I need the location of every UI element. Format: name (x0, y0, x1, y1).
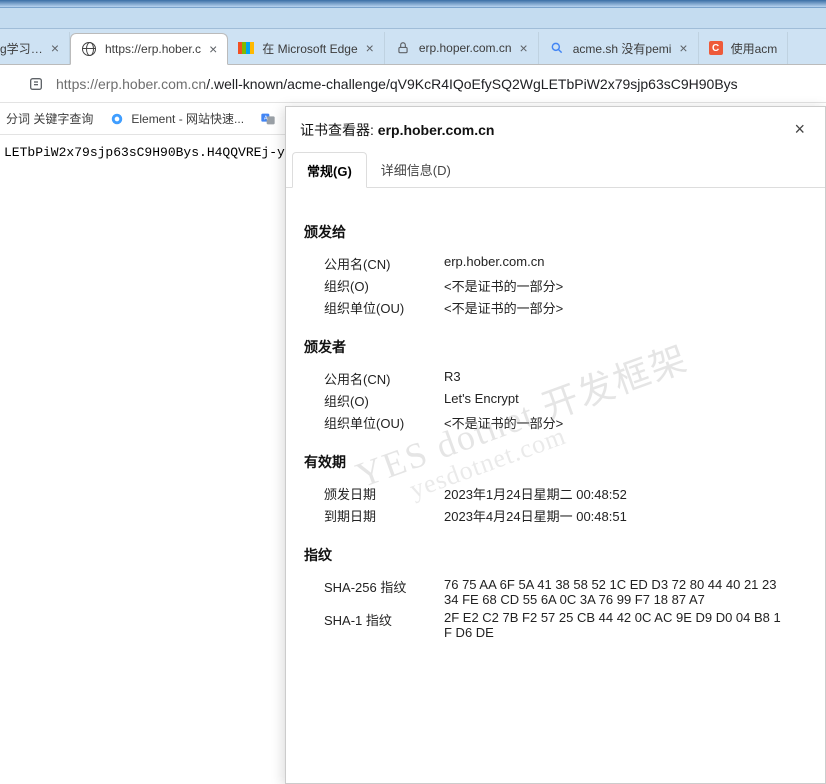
expire-date-label: 到期日期 (324, 506, 444, 525)
c-icon: C (709, 41, 723, 55)
o-value: Let's Encrypt (444, 391, 519, 410)
bookmark-item-1[interactable]: Element - 网站快速... (109, 110, 244, 127)
address-bar[interactable]: https://erp.hober.com.cn/.well-known/acm… (0, 65, 826, 103)
window-chrome-top (0, 0, 826, 8)
browser-tab-4[interactable]: acme.sh 没有pemi × (539, 32, 699, 64)
element-icon (109, 111, 125, 127)
o-value: <不是证书的一部分> (444, 276, 563, 295)
site-info-icon[interactable] (28, 76, 44, 92)
close-icon[interactable]: × (209, 42, 217, 56)
tab-bar: g学习 - V × https://erp.hober.c × 在 Micros… (0, 29, 826, 65)
browser-tab-0[interactable]: g学习 - V × (0, 32, 70, 64)
section-fingerprint-title: 指纹 (304, 545, 807, 565)
close-icon[interactable]: × (520, 41, 528, 55)
tab-title: 在 Microsoft Edge (262, 40, 357, 57)
search-icon (549, 40, 565, 56)
section-issued-by: 公用名(CN)R3 组织(O)Let's Encrypt 组织单位(OU)<不是… (304, 369, 807, 432)
translate-icon[interactable]: A (260, 111, 276, 127)
url-host: https://erp.hober.com.cn (56, 76, 206, 92)
dialog-tabs: 常规(G) 详细信息(D) (286, 152, 825, 188)
section-fingerprint: SHA-256 指纹76 75 AA 6F 5A 41 38 58 52 1C … (304, 577, 807, 640)
o-label: 组织(O) (324, 276, 444, 295)
expire-date-value: 2023年4月24日星期一 00:48:51 (444, 506, 627, 525)
dialog-header: 证书查看器: erp.hober.com.cn × (286, 107, 825, 146)
close-icon[interactable]: × (366, 41, 374, 55)
close-icon[interactable]: × (679, 41, 687, 55)
close-icon[interactable]: × (51, 41, 59, 55)
tab-title: 使用acm (731, 40, 778, 57)
section-validity-title: 有效期 (304, 452, 807, 472)
section-issued-by-title: 颁发者 (304, 337, 807, 357)
issue-date-label: 颁发日期 (324, 484, 444, 503)
url-path: /.well-known/acme-challenge/qV9KcR4IQoEf… (206, 76, 737, 92)
sha256-value: 76 75 AA 6F 5A 41 38 58 52 1C ED D3 72 8… (444, 577, 784, 607)
dialog-title-domain: erp.hober.com.cn (378, 122, 495, 138)
section-issued-to: 公用名(CN)erp.hober.com.cn 组织(O)<不是证书的一部分> … (304, 254, 807, 317)
edge-icon (238, 40, 254, 56)
browser-tab-1[interactable]: https://erp.hober.c × (70, 33, 228, 65)
cn-value: R3 (444, 369, 461, 388)
lock-icon (395, 40, 411, 56)
issue-date-value: 2023年1月24日星期二 00:48:52 (444, 484, 627, 503)
ou-label: 组织单位(OU) (324, 298, 444, 317)
close-icon[interactable]: × (788, 117, 811, 142)
tab-details[interactable]: 详细信息(D) (367, 152, 465, 187)
sha256-label: SHA-256 指纹 (324, 577, 444, 607)
tab-title: g学习 - V (0, 40, 43, 57)
certificate-viewer-dialog: 证书查看器: erp.hober.com.cn × 常规(G) 详细信息(D) … (285, 106, 826, 784)
section-issued-to-title: 颁发给 (304, 222, 807, 242)
dialog-body: YES dotnet 开发框架 yesdotnet.com 颁发给 公用名(CN… (286, 188, 825, 783)
url-text[interactable]: https://erp.hober.com.cn/.well-known/acm… (56, 76, 738, 92)
tab-general[interactable]: 常规(G) (292, 152, 367, 188)
bookmark-label: Element - 网站快速... (131, 110, 244, 127)
browser-tab-5[interactable]: C 使用acm (699, 32, 789, 64)
ou-value: <不是证书的一部分> (444, 413, 563, 432)
cn-label: 公用名(CN) (324, 254, 444, 273)
page-body-text: LETbPiW2x79sjp63sC9H90Bys.H4QQVREj-yrY1M (4, 145, 316, 160)
svg-text:A: A (264, 115, 268, 121)
dialog-title: 证书查看器: erp.hober.com.cn (300, 120, 494, 140)
tab-title: acme.sh 没有pemi (573, 40, 672, 57)
dialog-title-prefix: 证书查看器: (300, 122, 378, 138)
ou-label: 组织单位(OU) (324, 413, 444, 432)
ou-value: <不是证书的一部分> (444, 298, 563, 317)
tab-title: erp.hoper.com.cn (419, 41, 512, 55)
bookmark-label: 分词 关键字查询 (6, 110, 93, 127)
title-strip (0, 8, 826, 29)
o-label: 组织(O) (324, 391, 444, 410)
sha1-value: 2F E2 C2 7B F2 57 25 CB 44 42 0C AC 9E D… (444, 610, 784, 640)
bookmark-item-0[interactable]: 分词 关键字查询 (6, 110, 93, 127)
tab-title: https://erp.hober.c (105, 42, 201, 56)
globe-icon (81, 41, 97, 57)
browser-tab-2[interactable]: 在 Microsoft Edge × (228, 32, 385, 64)
browser-tab-3[interactable]: erp.hoper.com.cn × (385, 32, 539, 64)
cn-value: erp.hober.com.cn (444, 254, 544, 273)
section-validity: 颁发日期2023年1月24日星期二 00:48:52 到期日期2023年4月24… (304, 484, 807, 525)
cn-label: 公用名(CN) (324, 369, 444, 388)
sha1-label: SHA-1 指纹 (324, 610, 444, 640)
